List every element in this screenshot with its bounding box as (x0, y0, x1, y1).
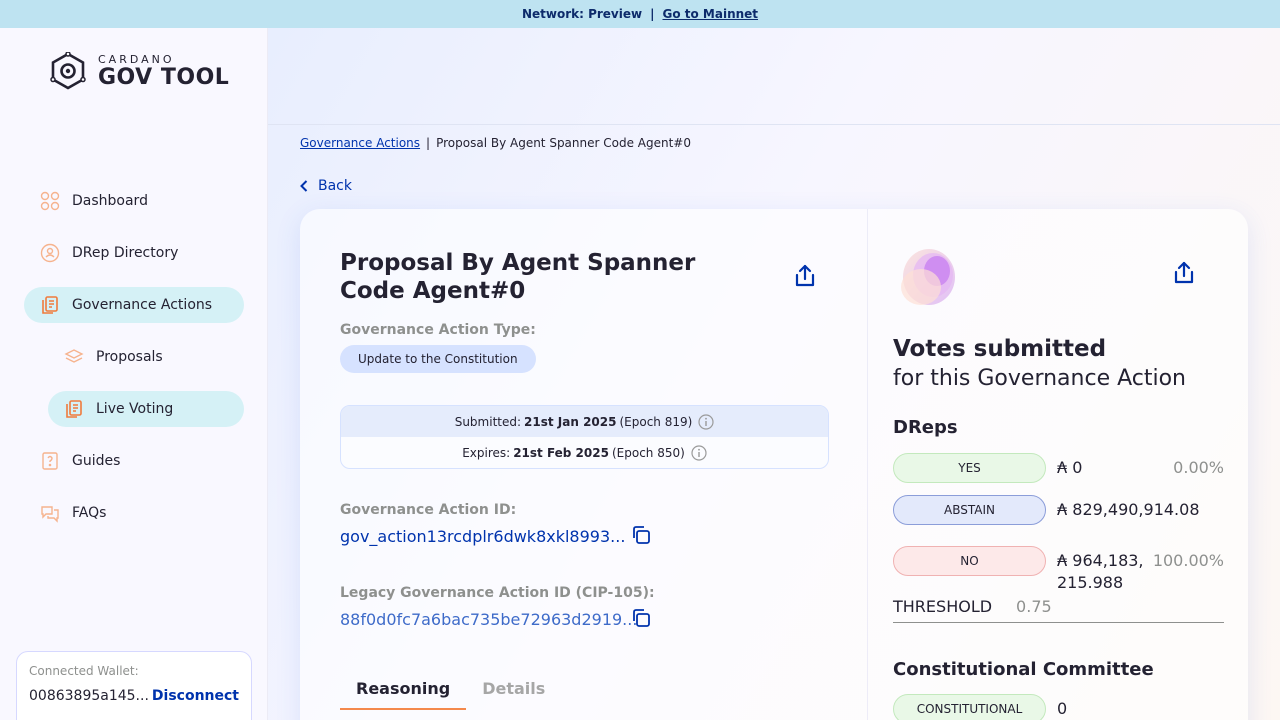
detail-tabs: Reasoning Details (340, 669, 561, 710)
constitutional-pill: CONSTITUTIONAL (893, 694, 1046, 720)
sidebar-item-label: Guides (72, 453, 121, 469)
governance-actions-icon (40, 295, 60, 315)
guides-icon (40, 451, 60, 471)
share-icon (1174, 261, 1194, 284)
go-to-mainnet-link[interactable]: Go to Mainnet (662, 7, 758, 21)
sidebar-item-faqs[interactable]: FAQs (24, 495, 244, 531)
gov-tool-logo[interactable]: CARDANO GOV TOOL (48, 52, 229, 90)
vote-amount: ₳ 829,490,914.08 (1057, 500, 1200, 519)
expires-epoch: (Epoch 850) (611, 445, 685, 460)
sidebar-item-label: Live Voting (96, 401, 174, 417)
breadcrumb: Governance Actions | Proposal By Agent S… (300, 136, 691, 150)
votes-illustration-icon (901, 249, 955, 305)
proposals-icon (64, 347, 84, 367)
abstain-pill: ABSTAIN (893, 495, 1046, 525)
logo-small-text: CARDANO (98, 52, 175, 66)
legacy-id-link[interactable]: 88f0d0fc7a6bac735be72963d2919... (340, 610, 637, 629)
sidebar-item-label: Proposals (96, 349, 163, 365)
sidebar-item-live-voting[interactable]: Live Voting (48, 391, 244, 427)
proposal-title: Proposal By Agent Spanner Code Agent#0 (340, 250, 696, 304)
connected-wallet-label: Connected Wallet: (29, 664, 139, 678)
header-strip (268, 28, 1280, 125)
chevron-left-icon (300, 180, 308, 192)
votes-panel: Votes submitted for this Governance Acti… (893, 209, 1224, 720)
governance-action-type-chip: Update to the Constitution (340, 345, 536, 373)
governance-action-card: Proposal By Agent Spanner Code Agent#0 G… (300, 209, 1248, 720)
sidebar-item-label: FAQs (72, 505, 107, 521)
copy-legacy-id-button[interactable] (631, 608, 651, 632)
logo-big-text: GOV TOOL (98, 64, 230, 90)
expires-row: Expires: 21st Feb 2025 (Epoch 850) (341, 437, 828, 468)
sidebar-item-label: Dashboard (72, 193, 148, 209)
expires-date: 21st Feb 2025 (513, 445, 609, 460)
vote-row-constitutional: CONSTITUTIONAL 0 (893, 694, 1224, 720)
wallet-address: 00863895a145... (29, 688, 149, 704)
sidebar-item-drep-directory[interactable]: DRep Directory (24, 235, 244, 271)
live-voting-icon (64, 399, 84, 419)
submitted-label: Submitted: (454, 414, 522, 429)
threshold-value: 0.75 (1016, 597, 1052, 616)
sidebar-item-guides[interactable]: Guides (24, 443, 244, 479)
network-banner: Network: Preview | Go to Mainnet (0, 0, 1280, 28)
dreps-section-title: DReps (893, 417, 958, 438)
proposal-details: Proposal By Agent Spanner Code Agent#0 G… (300, 209, 868, 720)
votes-title: Votes submitted (893, 336, 1107, 362)
info-icon[interactable] (698, 413, 714, 430)
vote-row-yes: YES ₳ 0 0.00% (893, 453, 1224, 483)
sidebar-item-proposals[interactable]: Proposals (48, 339, 244, 375)
submitted-row: Submitted: 21st Jan 2025 (Epoch 819) (341, 406, 828, 437)
yes-pill: YES (893, 453, 1046, 483)
network-label: Network: Preview (521, 7, 643, 21)
dates-panel: Submitted: 21st Jan 2025 (Epoch 819) Exp… (340, 405, 829, 469)
submitted-epoch: (Epoch 819) (619, 414, 693, 429)
sidebar-item-dashboard[interactable]: Dashboard (24, 183, 244, 219)
vote-row-no: NO ₳ 964,183,215.988 100.00% (893, 546, 1224, 594)
tab-reasoning[interactable]: Reasoning (340, 669, 467, 710)
vote-percent: 0.00% (1173, 458, 1224, 477)
governance-action-id-link[interactable]: gov_action13rcdplr6dwk8xkl8993... (340, 527, 625, 546)
vote-row-abstain: ABSTAIN ₳ 829,490,914.08 (893, 495, 1224, 525)
threshold-row: THRESHOLD 0.75 (893, 597, 1224, 623)
legacy-id-label: Legacy Governance Action ID (CIP-105): (340, 585, 655, 601)
back-button[interactable]: Back (300, 178, 352, 194)
drep-directory-icon (40, 243, 60, 263)
vote-amount: ₳ 964,183,215.988 (1057, 551, 1144, 592)
governance-action-id-label: Governance Action ID: (340, 502, 517, 518)
governance-action-type-label: Governance Action Type: (340, 322, 536, 338)
threshold-label: THRESHOLD (893, 597, 993, 616)
vote-percent: 100.00% (1152, 551, 1224, 570)
faqs-icon (40, 503, 60, 523)
copy-icon (633, 526, 650, 544)
constitutional-committee-title: Constitutional Committee (893, 659, 1154, 680)
sidebar-item-label: Governance Actions (72, 297, 213, 313)
main-content: Governance Actions | Proposal By Agent S… (268, 28, 1280, 720)
breadcrumb-governance-actions-link[interactable]: Governance Actions (300, 136, 420, 150)
share-button[interactable] (794, 264, 816, 292)
vote-amount: ₳ 0 (1057, 458, 1083, 477)
votes-subtitle: for this Governance Action (893, 366, 1186, 391)
submitted-date: 21st Jan 2025 (524, 414, 617, 429)
breadcrumb-current: Proposal By Agent Spanner Code Agent#0 (436, 136, 691, 150)
vote-amount: 0 (1057, 699, 1068, 718)
cardano-logo-icon (50, 52, 86, 90)
banner-separator: | (650, 7, 655, 21)
sidebar: CARDANO GOV TOOL Dashboard DRep Director… (0, 28, 268, 720)
connected-wallet-panel: Connected Wallet: 00863895a145... Discon… (16, 651, 252, 720)
tab-details[interactable]: Details (466, 669, 561, 710)
copy-icon (633, 609, 650, 627)
breadcrumb-separator: | (426, 136, 431, 150)
dashboard-icon (40, 191, 60, 211)
sidebar-item-governance-actions[interactable]: Governance Actions (24, 287, 244, 323)
info-icon[interactable] (691, 444, 707, 461)
share-icon (795, 264, 815, 287)
no-pill: NO (893, 546, 1046, 576)
back-label: Back (318, 178, 352, 194)
disconnect-button[interactable]: Disconnect (152, 688, 239, 704)
expires-label: Expires: (462, 445, 511, 460)
sidebar-item-label: DRep Directory (72, 245, 179, 261)
copy-id-button[interactable] (631, 525, 651, 549)
share-votes-button[interactable] (1173, 261, 1195, 289)
